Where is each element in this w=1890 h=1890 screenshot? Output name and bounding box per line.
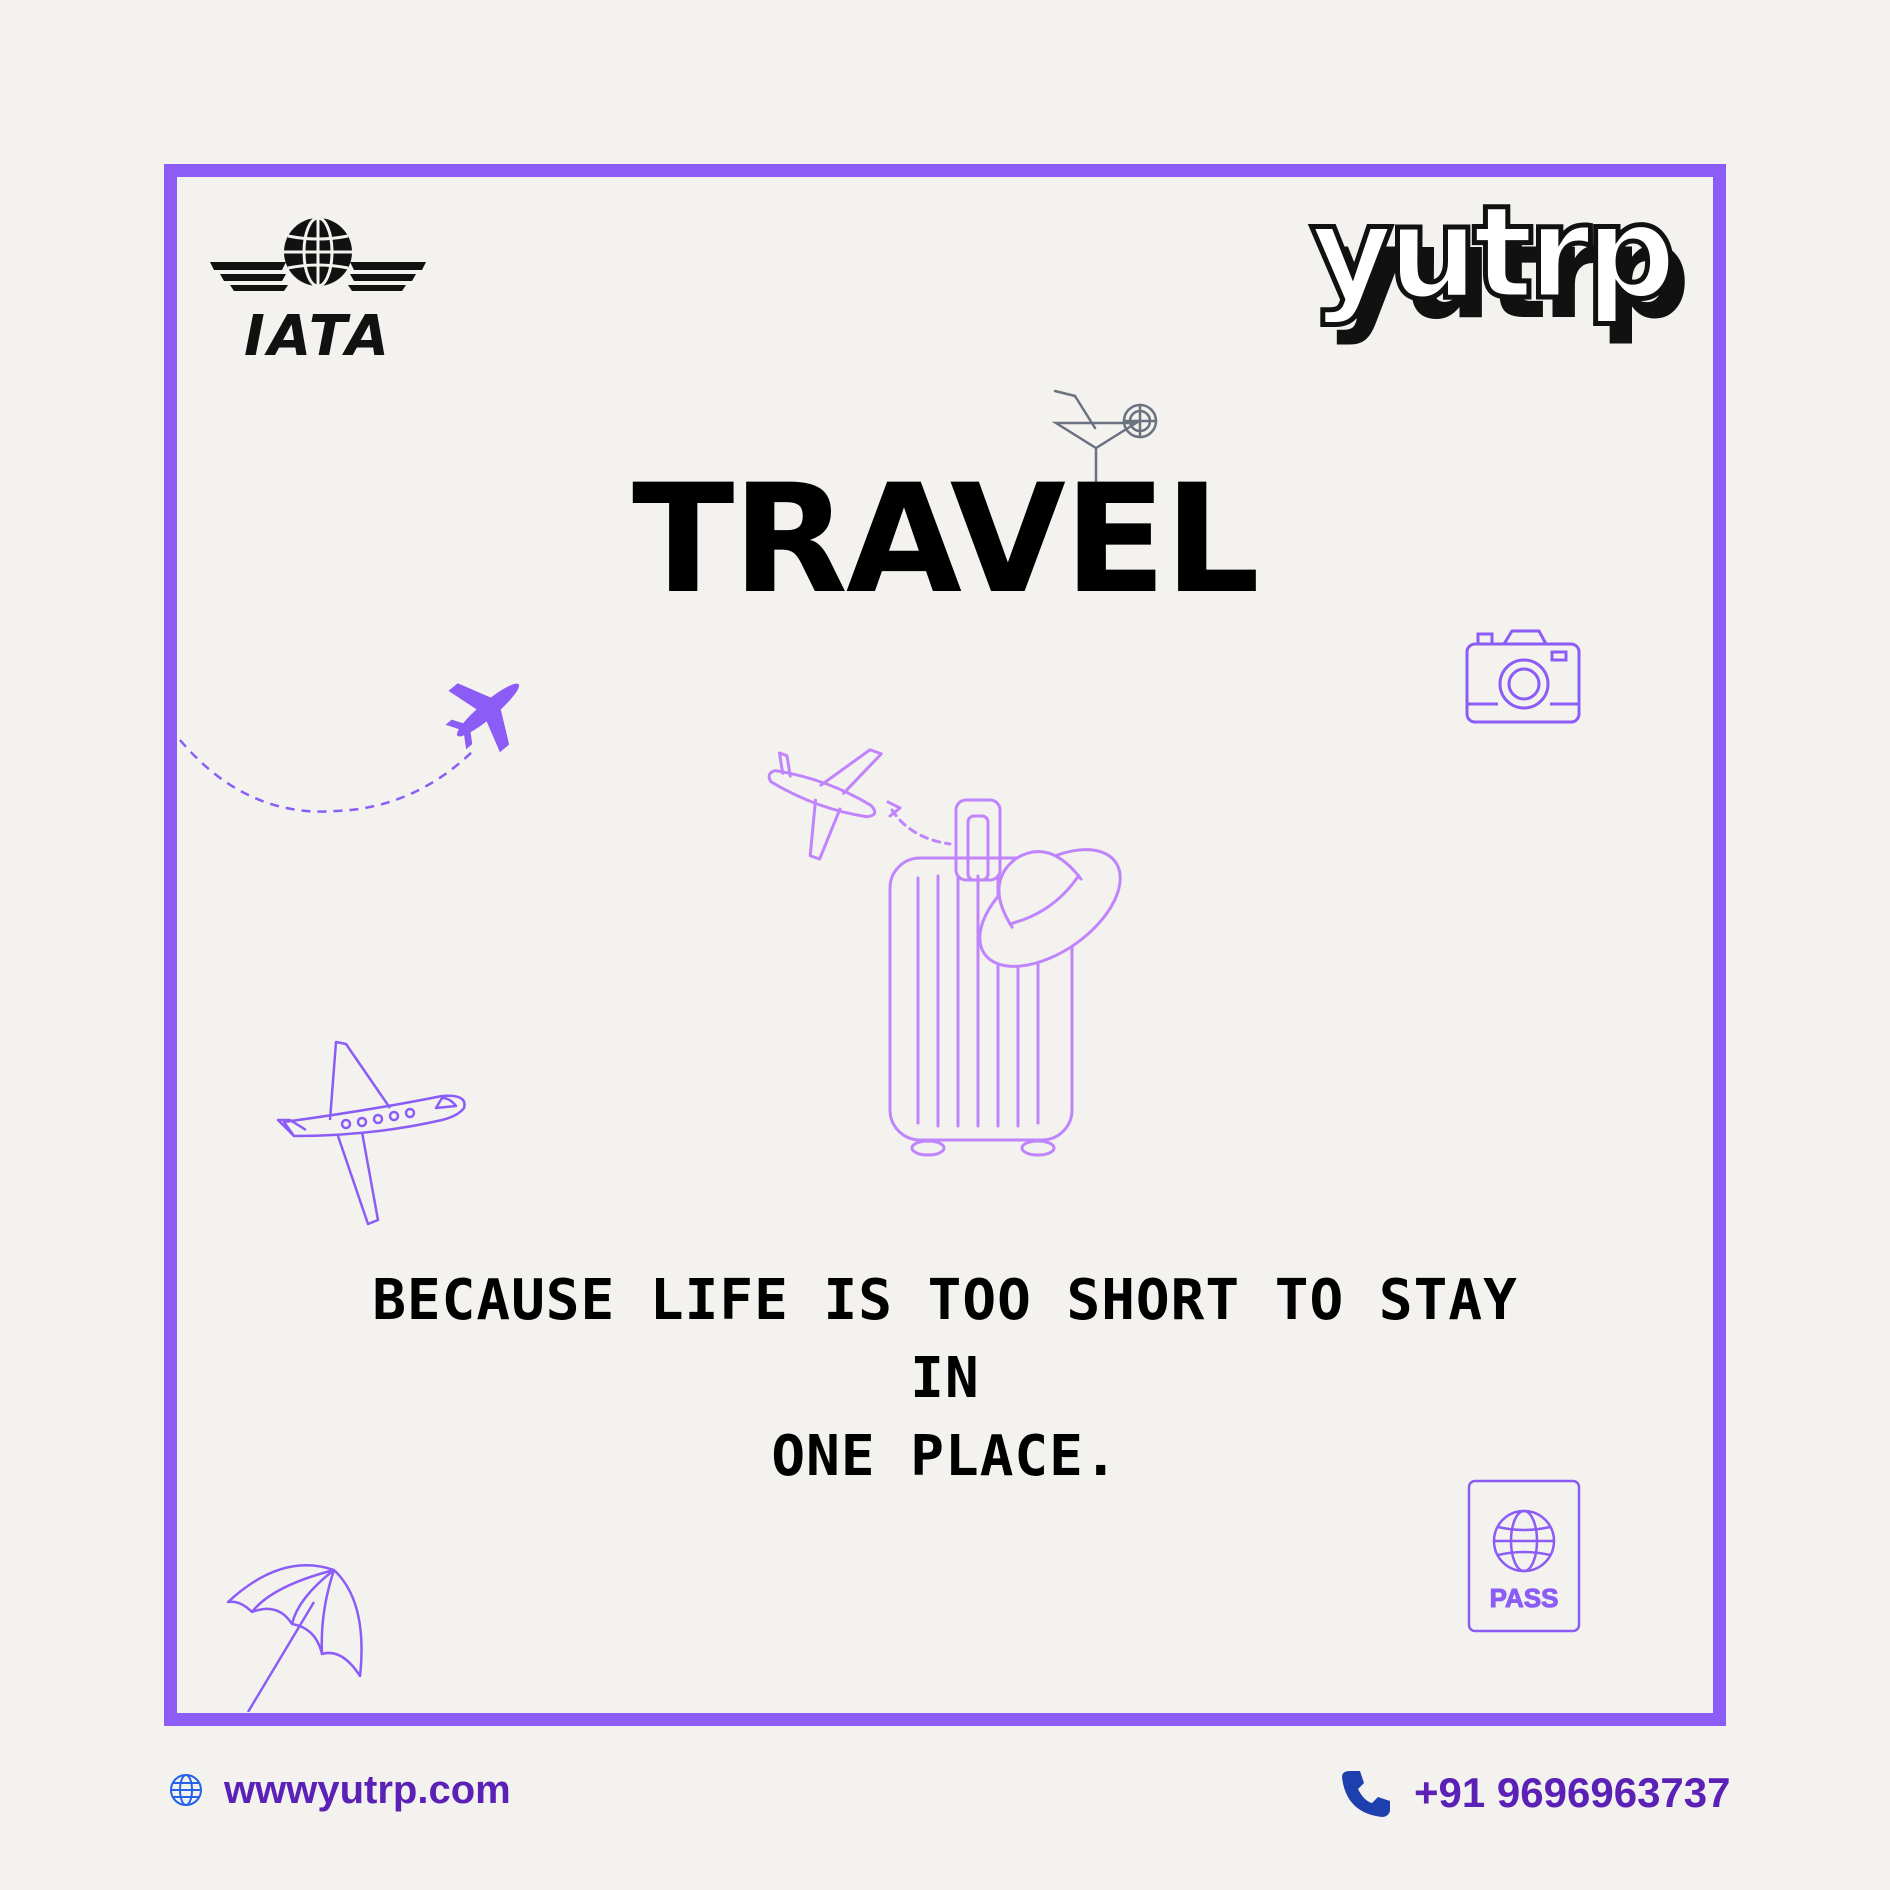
iata-emblem-icon xyxy=(210,216,426,291)
airplane-icon xyxy=(445,683,520,753)
passport-icon: PASS xyxy=(1467,1479,1581,1633)
camera-icon xyxy=(1465,629,1581,724)
phone-icon xyxy=(1342,1770,1390,1817)
iata-logo: IATA xyxy=(208,214,428,369)
passport-label: PASS xyxy=(1489,1583,1559,1614)
phone-link[interactable]: +91 9696963737 xyxy=(1340,1765,1731,1820)
phone-label: +91 9696963737 xyxy=(1414,1768,1731,1816)
tagline: BECAUSE LIFE IS TOO SHORT TO STAY IN ONE… xyxy=(360,1262,1530,1496)
brand-logo: yutrp yutrp xyxy=(1308,179,1691,340)
flight-path-icon xyxy=(179,683,520,813)
website-label: wwwyutrp.com xyxy=(224,1767,511,1812)
tagline-line-2: ONE PLACE. xyxy=(771,1424,1119,1489)
beach-umbrella-icon xyxy=(226,1564,363,1712)
brand-logo-text: yutrp xyxy=(1308,179,1679,328)
iata-wordmark: IATA xyxy=(243,304,392,369)
globe-icon xyxy=(170,1774,202,1806)
tagline-line-1: BECAUSE LIFE IS TOO SHORT TO STAY IN xyxy=(372,1268,1518,1411)
website-link[interactable]: wwwyutrp.com xyxy=(168,1765,511,1815)
headline: TRAVEL xyxy=(632,453,1260,627)
airplane-outline-icon xyxy=(276,1040,466,1226)
small-airplane-icon xyxy=(767,748,883,861)
suitcase-illustration xyxy=(767,748,1122,1157)
